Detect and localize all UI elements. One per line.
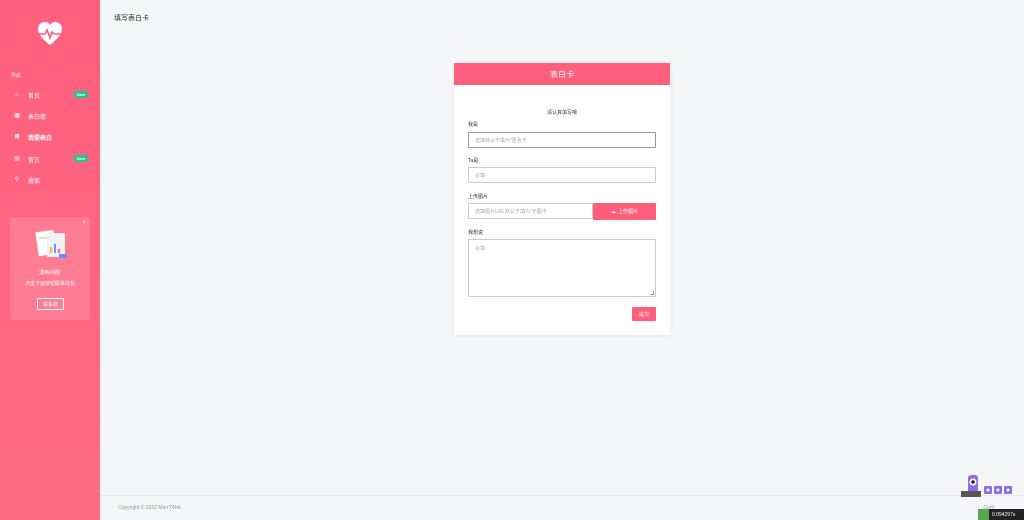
- card-title: 表白卡: [454, 63, 670, 85]
- promo-title: 遇到问题!: [39, 270, 61, 276]
- new-badge: New: [74, 91, 89, 98]
- sidebar: 导航 ⌂ 首页 New ▦ 表白墙 ⊞ 我要表白 ▤ 留言 New ⚲ 搜索 ×…: [0, 0, 100, 520]
- search-icon: ⚲: [14, 177, 20, 183]
- heartbeat-logo-icon[interactable]: [36, 20, 64, 48]
- load-timer: 0.094297s: [978, 509, 1024, 520]
- copyright-text: Copyright © 2022 MarrYiNet: [118, 505, 181, 511]
- message-placeholder: 必填: [475, 246, 486, 252]
- upload-button-label: 上传图片: [617, 209, 638, 215]
- timer-value: 0.094297s: [992, 511, 1016, 518]
- image-label: 上传图片: [468, 194, 489, 200]
- list-icon: ▤: [14, 156, 20, 162]
- receiver-label: Ta是: [468, 158, 479, 164]
- home-icon: ⌂: [15, 92, 19, 98]
- message-label: 我想说: [468, 230, 484, 236]
- upload-image-button[interactable]: ☁ 上传图片: [593, 203, 656, 220]
- image-url-input[interactable]: 选填图片URL默认不填为"无图卡: [468, 203, 593, 219]
- promo-text: 点击下面按钮联系站长: [24, 281, 75, 287]
- contact-button[interactable]: 联系我: [37, 298, 64, 310]
- sidebar-item-messages[interactable]: ▤ 留言 New: [0, 151, 100, 167]
- sender-label: 我是: [468, 122, 479, 128]
- sidebar-item-wall[interactable]: ▦ 表白墙: [0, 108, 100, 124]
- plus-square-icon: ⊞: [14, 134, 20, 140]
- documents-illustration-icon: [35, 229, 67, 258]
- form-subtitle: 请认真填写哦: [546, 110, 577, 116]
- resize-handle-icon[interactable]: [650, 291, 654, 295]
- sidebar-item-label: 搜索: [28, 178, 41, 185]
- footer: Copyright © 2022 MarrYiNet Conf: [100, 495, 1024, 520]
- sidebar-item-confess[interactable]: ⊞ 我要表白: [0, 129, 100, 145]
- sidebar-item-label: 我要表白: [28, 135, 53, 142]
- grid-icon: ▦: [14, 113, 20, 119]
- sidebar-item-home[interactable]: ⌂ 首页 New: [0, 87, 100, 103]
- sidebar-item-label: 表白墙: [28, 114, 47, 121]
- sender-input[interactable]: 选填默认不填为"匿名卡: [468, 132, 656, 148]
- message-textarea[interactable]: 必填: [468, 239, 656, 297]
- page-title: 填写表白卡: [114, 15, 149, 22]
- cloud-upload-icon: ☁: [610, 208, 616, 215]
- sidebar-item-label: 留言: [28, 157, 41, 164]
- close-icon[interactable]: ×: [82, 220, 86, 226]
- nav-heading: 导航: [11, 73, 22, 79]
- submit-button[interactable]: 提交: [632, 307, 656, 321]
- timer-indicator-icon: [978, 509, 989, 520]
- sidebar-item-label: 首页: [28, 93, 41, 100]
- confession-card-form: 表白卡 请认真填写哦 我是 选填默认不填为"匿名卡 Ta是 必填 上传图片 选填…: [454, 63, 670, 335]
- help-promo-card: × 遇到问题! 点击下面按钮联系站长 联系我: [10, 217, 90, 320]
- new-badge: New: [74, 155, 89, 162]
- receiver-input[interactable]: 必填: [468, 167, 656, 183]
- sidebar-item-search[interactable]: ⚲ 搜索: [0, 172, 100, 188]
